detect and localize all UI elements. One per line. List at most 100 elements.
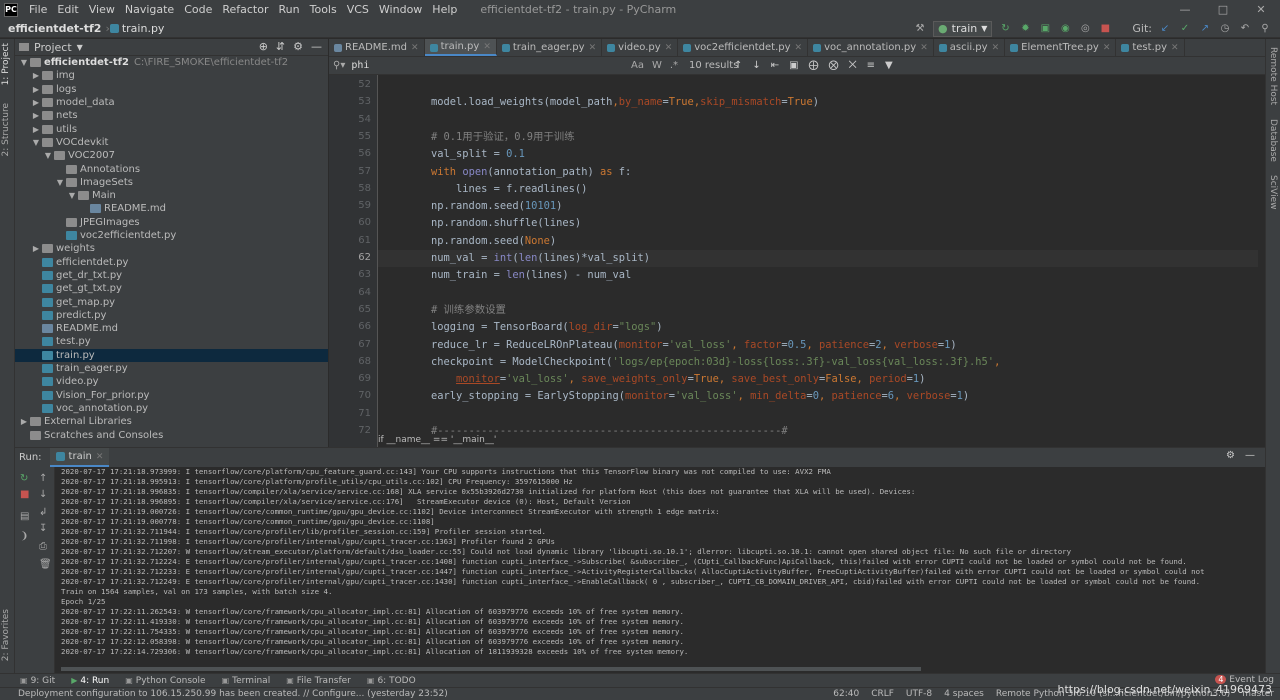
expand-arrow-icon[interactable]: ▶	[31, 71, 41, 80]
regex-toggle[interactable]: .*	[670, 60, 678, 71]
code-editor[interactable]: 52 53 54 55 56 57 58 59 60 61 62 63 64 65 66 67 68 69 70 71…	[329, 75, 1265, 447]
code-line[interactable]: reduce_lr = ReduceLROnPlateau(monitor='v…	[406, 337, 957, 354]
bottom-tab[interactable]: ▣ Terminal	[222, 676, 271, 686]
tree-item[interactable]: efficientdet.py	[15, 256, 328, 269]
coverage-icon[interactable]: ▣	[1038, 22, 1052, 36]
close-icon[interactable]: ✕	[1242, 0, 1280, 19]
close-icon[interactable]: ✕	[96, 452, 104, 462]
profile-icon[interactable]: ◉	[1058, 22, 1072, 36]
rollback-icon[interactable]: ↶	[1238, 22, 1252, 36]
stop-icon[interactable]: ■	[20, 489, 29, 500]
minimize-icon[interactable]: —	[1166, 0, 1204, 19]
scroll-to-end-icon[interactable]: ↧	[39, 523, 47, 534]
case-sensitive-toggle[interactable]: Aa	[631, 60, 644, 71]
close-tab-icon[interactable]: ✕	[1171, 43, 1179, 53]
project-panel-title[interactable]: Project	[34, 41, 72, 54]
menu-file[interactable]: File	[24, 3, 52, 16]
select-all-icon[interactable]: ⨉	[849, 60, 857, 71]
editor-tab[interactable]: README.md ✕	[329, 39, 425, 56]
editor-tab[interactable]: test.py ✕	[1116, 39, 1185, 56]
expand-arrow-icon[interactable]: ▶	[31, 125, 41, 134]
close-tab-icon[interactable]: ✕	[920, 43, 928, 53]
tree-item[interactable]: ▶ img	[15, 69, 328, 82]
tree-item[interactable]: ▶ utils	[15, 123, 328, 136]
menu-vcs[interactable]: VCS	[342, 3, 374, 16]
horizontal-scrollbar[interactable]	[61, 667, 921, 671]
search-settings-icon[interactable]: ≡	[867, 60, 875, 71]
code-line[interactable]: # 0.1用于验证，0.9用于训练	[406, 129, 575, 146]
tree-item[interactable]: ▶ External Libraries	[15, 415, 328, 428]
tree-item[interactable]: ▼ VOCdevkit	[15, 136, 328, 149]
tree-item[interactable]: ▼ ImageSets	[15, 176, 328, 189]
collapse-arrow-icon[interactable]: ▼	[55, 178, 65, 187]
editor-tab[interactable]: voc2efficientdet.py ✕	[678, 39, 809, 56]
bottom-tab[interactable]: ▶ 4: Run	[71, 676, 109, 686]
tree-item[interactable]: train_eager.py	[15, 362, 328, 375]
close-tab-icon[interactable]: ✕	[1103, 43, 1111, 53]
close-tab-icon[interactable]: ✕	[411, 43, 419, 53]
code-line[interactable]: early_stopping = EarlyStopping(monitor='…	[406, 388, 969, 405]
menu-code[interactable]: Code	[179, 3, 217, 16]
menu-edit[interactable]: Edit	[52, 3, 83, 16]
tree-item[interactable]: ▶ model_data	[15, 96, 328, 109]
trash-icon[interactable]: 🗑	[39, 559, 52, 570]
collapse-arrow-icon[interactable]: ▼	[67, 191, 77, 200]
tree-item[interactable]: get_gt_txt.py	[15, 282, 328, 295]
tree-item[interactable]: ▼ Main	[15, 189, 328, 202]
build-hammer-icon[interactable]: ⚒	[913, 22, 927, 36]
close-tab-icon[interactable]: ✕	[483, 42, 491, 52]
code-breadcrumb[interactable]: if __name__ == '__main__'	[378, 435, 496, 445]
editor-tab[interactable]: ascii.py ✕	[934, 39, 1006, 56]
tree-root[interactable]: ▼ efficientdet-tf2 C:\FIRE_SMOKE\efficie…	[15, 56, 328, 69]
scroll-up-icon[interactable]: ↑	[39, 473, 47, 484]
gear-icon[interactable]: ⚙	[293, 40, 303, 53]
maximize-icon[interactable]: □	[1204, 0, 1242, 19]
close-tab-icon[interactable]: ✕	[992, 43, 1000, 53]
code-line[interactable]: lines = f.readlines()	[406, 181, 587, 198]
menu-refactor[interactable]: Refactor	[217, 3, 273, 16]
collapse-all-icon[interactable]: ⇵	[276, 40, 285, 53]
tree-item[interactable]: ▶ logs	[15, 83, 328, 96]
tree-item[interactable]: ▼ VOC2007	[15, 149, 328, 162]
editor-tab[interactable]: train_eager.py ✕	[497, 39, 603, 56]
git-update-icon[interactable]: ↙	[1158, 22, 1172, 36]
scroll-down-icon[interactable]: ↓	[39, 489, 47, 500]
tree-item[interactable]: Annotations	[15, 162, 328, 175]
code-line[interactable]: val_split = 0.1	[406, 146, 525, 163]
tree-item[interactable]: README.md	[15, 322, 328, 335]
menu-navigate[interactable]: Navigate	[120, 3, 179, 16]
chevron-down-icon[interactable]: ▼	[77, 43, 83, 52]
tool-tab-structure[interactable]: 2: Structure	[1, 103, 11, 157]
code-line[interactable]: model.load_weights(model_path,by_name=Tr…	[406, 94, 819, 111]
debug-icon[interactable]: ✹	[1018, 22, 1032, 36]
hide-icon[interactable]: —	[1245, 450, 1255, 461]
add-selection-icon[interactable]: ⨁	[809, 60, 819, 71]
tree-item[interactable]: predict.py	[15, 309, 328, 322]
cursor-position[interactable]: 62:40	[833, 689, 859, 699]
bottom-tab[interactable]: ▣ File Transfer	[286, 676, 351, 686]
locate-icon[interactable]: ⊕	[259, 40, 268, 53]
code-line[interactable]: np.random.shuffle(lines)	[406, 215, 581, 232]
tree-item[interactable]: train.py	[15, 348, 328, 362]
tree-item[interactable]: Vision_For_prior.py	[15, 389, 328, 402]
tree-item[interactable]: ▶ nets	[15, 109, 328, 122]
code-line[interactable]: logging = TensorBoard(log_dir="logs")	[406, 319, 663, 336]
find-all-icon[interactable]: ⇤	[771, 60, 779, 71]
expand-arrow-icon[interactable]: ▶	[31, 85, 41, 94]
menu-view[interactable]: View	[84, 3, 120, 16]
tree-item[interactable]: ▶ weights	[15, 242, 328, 255]
editor-tab[interactable]: voc_annotation.py ✕	[808, 39, 934, 56]
next-occurrence-icon[interactable]: ↓	[752, 60, 760, 71]
expand-arrow-icon[interactable]: ▶	[31, 98, 41, 107]
run-console-output[interactable]: 2020-07-17 17:21:18.973999: I tensorflow…	[61, 467, 1265, 667]
tool-tab-database[interactable]: Database	[1268, 119, 1278, 162]
close-tab-icon[interactable]: ✕	[795, 43, 803, 53]
history-icon[interactable]: ◷	[1218, 22, 1232, 36]
filter-icon[interactable]: ▼	[885, 60, 893, 71]
rerun-icon[interactable]: ↻	[20, 473, 28, 484]
code-line[interactable]: # 训练参数设置	[406, 302, 506, 319]
gear-icon[interactable]: ⚙	[1226, 450, 1235, 461]
pin-icon[interactable]: ❩	[20, 531, 28, 542]
code-line[interactable]: monitor='val_loss', save_weights_only=Tr…	[406, 371, 925, 388]
close-tab-icon[interactable]: ✕	[665, 43, 673, 53]
